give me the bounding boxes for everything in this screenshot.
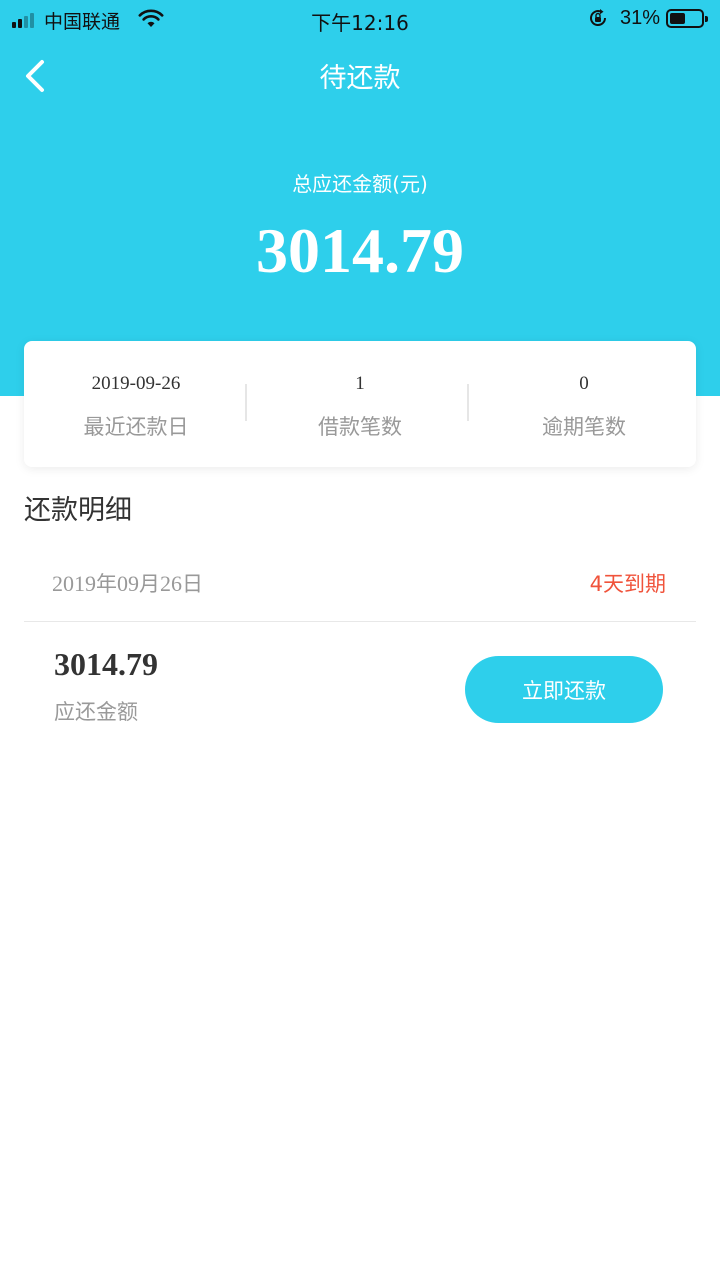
item-amount: 3014.79 — [54, 646, 158, 682]
due-date-month-unit: 月 — [139, 572, 160, 596]
due-date-month: 09 — [117, 571, 139, 596]
due-date-day-unit: 日 — [182, 572, 203, 596]
status-bar: 中国联通 下午12:16 31% — [0, 0, 720, 40]
stat-divider — [245, 384, 247, 421]
stat-next-due-date: 2019-09-26 最近还款日 — [24, 341, 248, 467]
due-date: 2019年09月26日 — [52, 568, 203, 598]
total-amount-label: 总应还金额(元) — [292, 172, 428, 196]
pay-now-button[interactable]: 立即还款 — [465, 656, 663, 723]
battery-icon — [666, 9, 708, 28]
row-divider — [24, 621, 696, 622]
stat-label: 借款笔数 — [318, 415, 402, 439]
summary-card: 2019-09-26 最近还款日 1 借款笔数 0 逾期笔数 — [24, 341, 696, 467]
page-title: 待还款 — [319, 63, 401, 94]
stat-label: 逾期笔数 — [542, 415, 626, 439]
item-amount-label: 应还金额 — [54, 700, 138, 724]
due-date-year-unit: 年 — [96, 572, 117, 596]
orientation-lock-icon — [590, 9, 607, 27]
stat-value: 1 — [355, 373, 365, 394]
due-date-row: 2019年09月26日 4天到期 — [24, 548, 696, 620]
stat-label: 最近还款日 — [83, 415, 189, 439]
stat-value: 2019-09-26 — [91, 373, 181, 394]
due-date-day: 26 — [160, 571, 182, 596]
stat-overdue-count: 0 逾期笔数 — [472, 341, 696, 467]
stat-divider — [467, 384, 469, 421]
stat-value: 0 — [579, 373, 589, 394]
due-date-year: 2019 — [52, 571, 96, 596]
battery-percent: 31% — [620, 7, 661, 29]
status-time: 下午12:16 — [311, 11, 409, 35]
total-amount: 3014.79 — [256, 215, 464, 286]
stat-loan-count: 1 借款笔数 — [248, 341, 472, 467]
due-status-badge: 4天到期 — [589, 572, 666, 596]
section-title: 还款明细 — [24, 495, 132, 526]
